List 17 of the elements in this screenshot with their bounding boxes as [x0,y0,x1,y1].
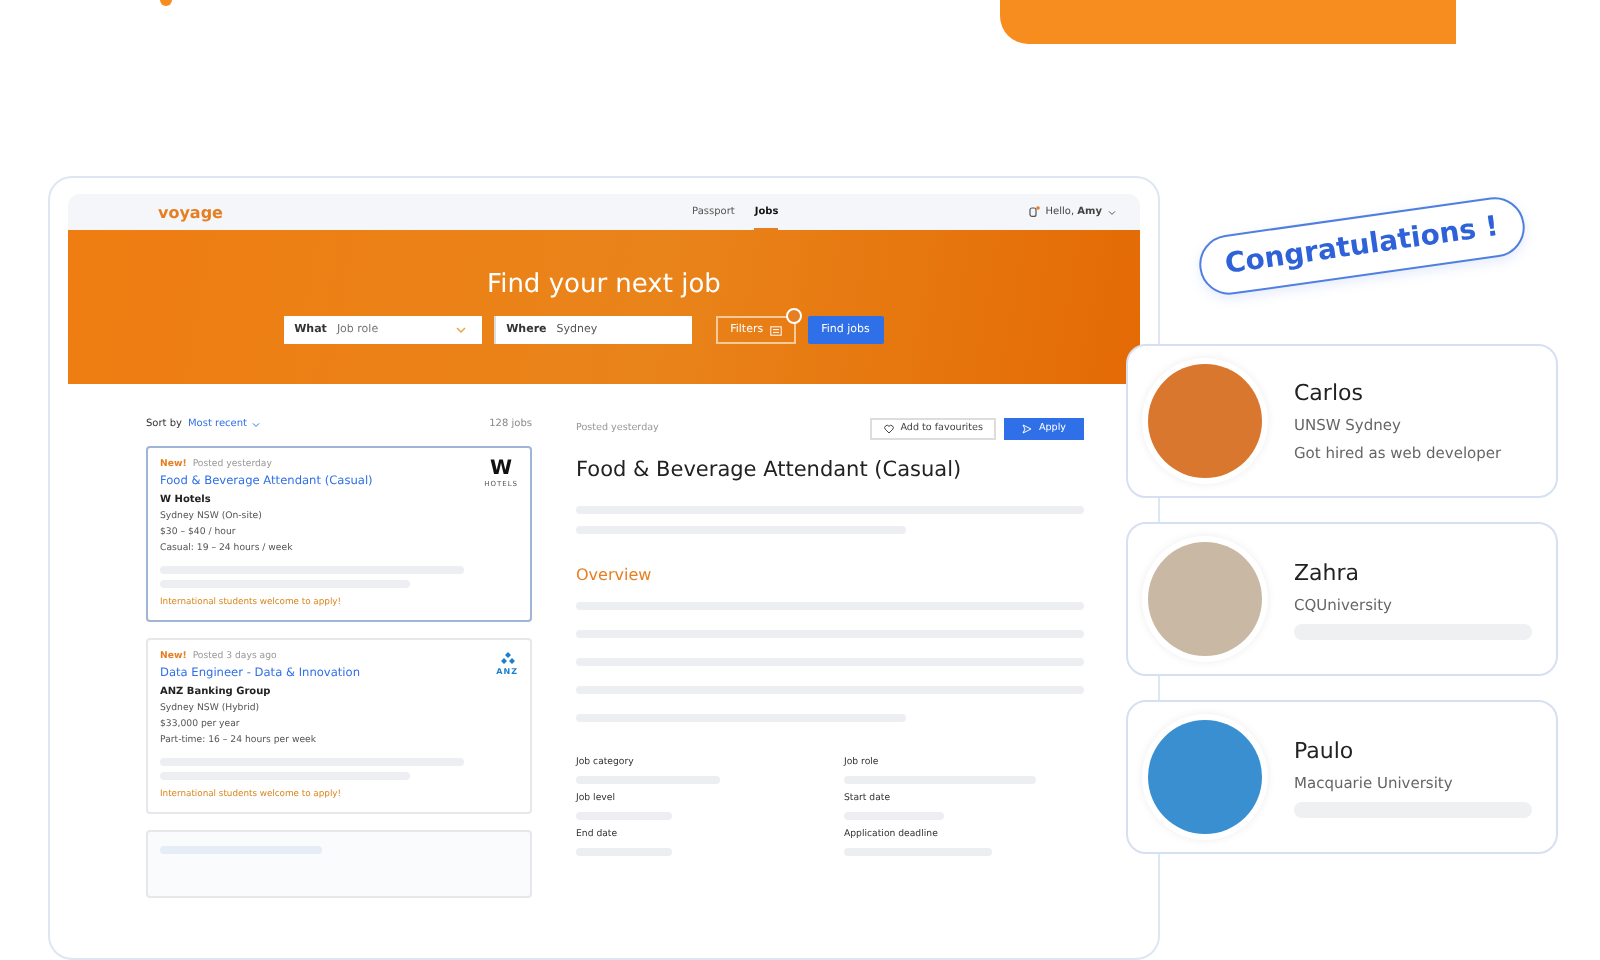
notification-dot [785,308,802,324]
send-icon [1022,424,1033,434]
chevron-down-icon[interactable] [1108,209,1116,215]
company-logo-icon [499,652,516,666]
person-name: Carlos [1294,380,1365,406]
chevron-down-icon [251,421,259,427]
chevron-down-icon [456,326,467,334]
section-heading: Overview [576,566,654,584]
filter-icon [769,325,782,335]
bell-icon[interactable] [1027,206,1040,218]
heart-icon [884,424,895,434]
person-name: Zahra [1294,559,1362,585]
accent-shape [160,0,172,6]
person-name: Paulo [1294,737,1356,763]
job-heading: Food & Beverage Attendant (Casual) [576,458,964,482]
company-logo: W [490,460,513,480]
hero-title: Find your next job [487,270,721,300]
